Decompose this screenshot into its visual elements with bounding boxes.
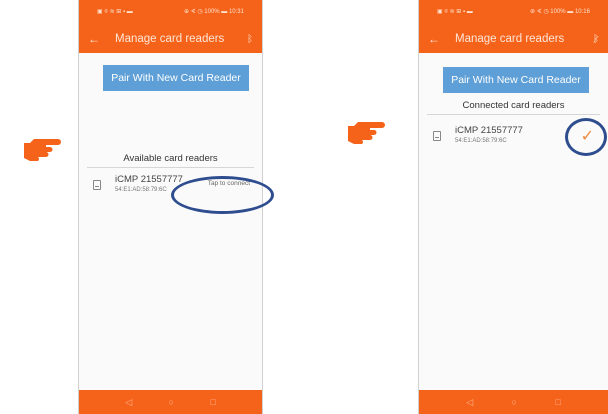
nav-back-icon[interactable]: ◁	[466, 397, 473, 408]
highlight-ellipse-checkmark	[565, 118, 607, 156]
status-left: ▣ ⌾ ≋ ⊞ ▪ ▬	[97, 9, 133, 15]
status-right: ⊛ ∢ ◷ 100% ▬ 10:16	[530, 9, 590, 15]
pointing-hand-icon	[348, 122, 385, 144]
divider	[87, 167, 254, 168]
status-left: ▣ ⌾ ≋ ⊞ ▪ ▬	[437, 9, 473, 15]
reader-name: iCMP 21557777	[455, 125, 523, 136]
bluetooth-off-icon[interactable]: ᛒ̸	[584, 34, 608, 45]
section-title: Connected card readers	[462, 100, 565, 111]
status-bar: ▣ ⌾ ≋ ⊞ ▪ ▬ ⊕ ∢ ◷ 100% ▬ 10:31	[79, 0, 262, 25]
android-nav-bar: ◁ ○ □	[419, 390, 608, 414]
status-bar: ▣ ⌾ ≋ ⊞ ▪ ▬ ⊛ ∢ ◷ 100% ▬ 10:16	[419, 0, 608, 25]
nav-home-icon[interactable]: ○	[512, 397, 517, 407]
nav-back-icon[interactable]: ◁	[125, 397, 132, 408]
highlight-ellipse-tap-to-connect	[171, 176, 274, 214]
phone-screen-connected: ▣ ⌾ ≋ ⊞ ▪ ▬ ⊛ ∢ ◷ 100% ▬ 10:16 ← Manage …	[418, 0, 608, 414]
section-title: Available card readers	[123, 153, 218, 164]
nav-home-icon[interactable]: ○	[169, 397, 174, 407]
page-title: Manage card readers	[455, 33, 565, 45]
reader-name: iCMP 21557777	[115, 174, 183, 185]
card-reader-icon	[93, 180, 101, 190]
nav-recent-icon[interactable]: □	[555, 397, 560, 407]
android-nav-bar: ◁ ○ □	[79, 390, 262, 414]
status-right: ⊕ ∢ ◷ 100% ▬ 10:31	[184, 9, 244, 15]
pair-new-reader-button[interactable]: Pair With New Card Reader	[443, 67, 589, 93]
main-content: Pair With New Card Reader Connected card…	[419, 53, 608, 390]
main-content: Pair With New Card Reader Available card…	[79, 53, 262, 390]
pair-new-reader-button[interactable]: Pair With New Card Reader	[103, 65, 249, 91]
pointing-hand-icon	[24, 139, 61, 161]
card-reader-icon	[433, 131, 441, 141]
app-bar: ← Manage card readers ᛒ̸	[419, 25, 608, 53]
divider	[427, 114, 600, 115]
nav-recent-icon[interactable]: □	[210, 397, 215, 407]
page-title: Manage card readers	[115, 33, 225, 45]
back-arrow-icon[interactable]: ←	[419, 32, 441, 46]
back-arrow-icon[interactable]: ←	[79, 32, 101, 46]
reader-mac: 54:E1:AD:58:79:6C	[115, 187, 167, 193]
app-bar: ← Manage card readers ᛒ	[79, 25, 262, 53]
reader-mac: 54:E1:AD:58:79:6C	[455, 138, 507, 144]
bluetooth-icon[interactable]: ᛒ	[238, 34, 262, 45]
